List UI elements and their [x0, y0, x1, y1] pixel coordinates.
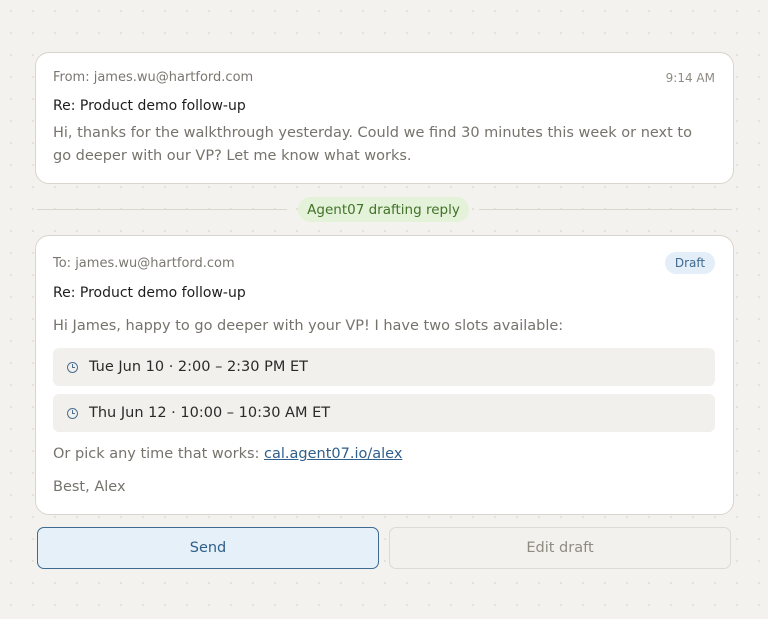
- draft-signoff: Best, Alex: [53, 479, 126, 495]
- send-button[interactable]: Send: [37, 527, 379, 569]
- received-time: 9:14 AM: [665, 71, 715, 85]
- alternative-prefix: Or pick any time that works:: [53, 446, 265, 462]
- scheduling-link[interactable]: cal.agent07.io/alex: [264, 446, 402, 462]
- time-slot-option[interactable]: Thu Jun 12 · 10:00 – 10:30 AM ET: [53, 394, 715, 432]
- clock-icon: [67, 361, 78, 373]
- agent-status-pill: Agent07 drafting reply: [298, 197, 469, 222]
- time-slot-label: Thu Jun 12 · 10:00 – 10:30 AM ET: [89, 405, 331, 421]
- divider-right: [479, 209, 732, 210]
- sender-address: From: james.wu@hartford.com: [53, 70, 254, 85]
- edit-draft-button[interactable]: Edit draft: [389, 527, 731, 569]
- draft-reply-card: To: james.wu@hartford.com Draft Re: Prod…: [35, 235, 734, 515]
- clock-icon: [67, 407, 78, 419]
- divider-left: [37, 209, 287, 210]
- draft-greeting: Hi James, happy to go deeper with your V…: [53, 318, 564, 334]
- incoming-email-card: From: james.wu@hartford.com 9:14 AM Re: …: [35, 52, 734, 184]
- incoming-subject: Re: Product demo follow-up: [53, 98, 246, 114]
- recipient-address: To: james.wu@hartford.com: [53, 256, 235, 271]
- draft-subject: Re: Product demo follow-up: [53, 285, 246, 301]
- time-slot-option[interactable]: Tue Jun 10 · 2:00 – 2:30 PM ET: [53, 348, 715, 386]
- draft-badge: Draft: [665, 252, 715, 274]
- time-slot-label: Tue Jun 10 · 2:00 – 2:30 PM ET: [89, 359, 309, 375]
- incoming-body: Hi, thanks for the walkthrough yesterday…: [53, 125, 692, 164]
- alternative-line: Or pick any time that works: cal.agent07…: [53, 443, 402, 466]
